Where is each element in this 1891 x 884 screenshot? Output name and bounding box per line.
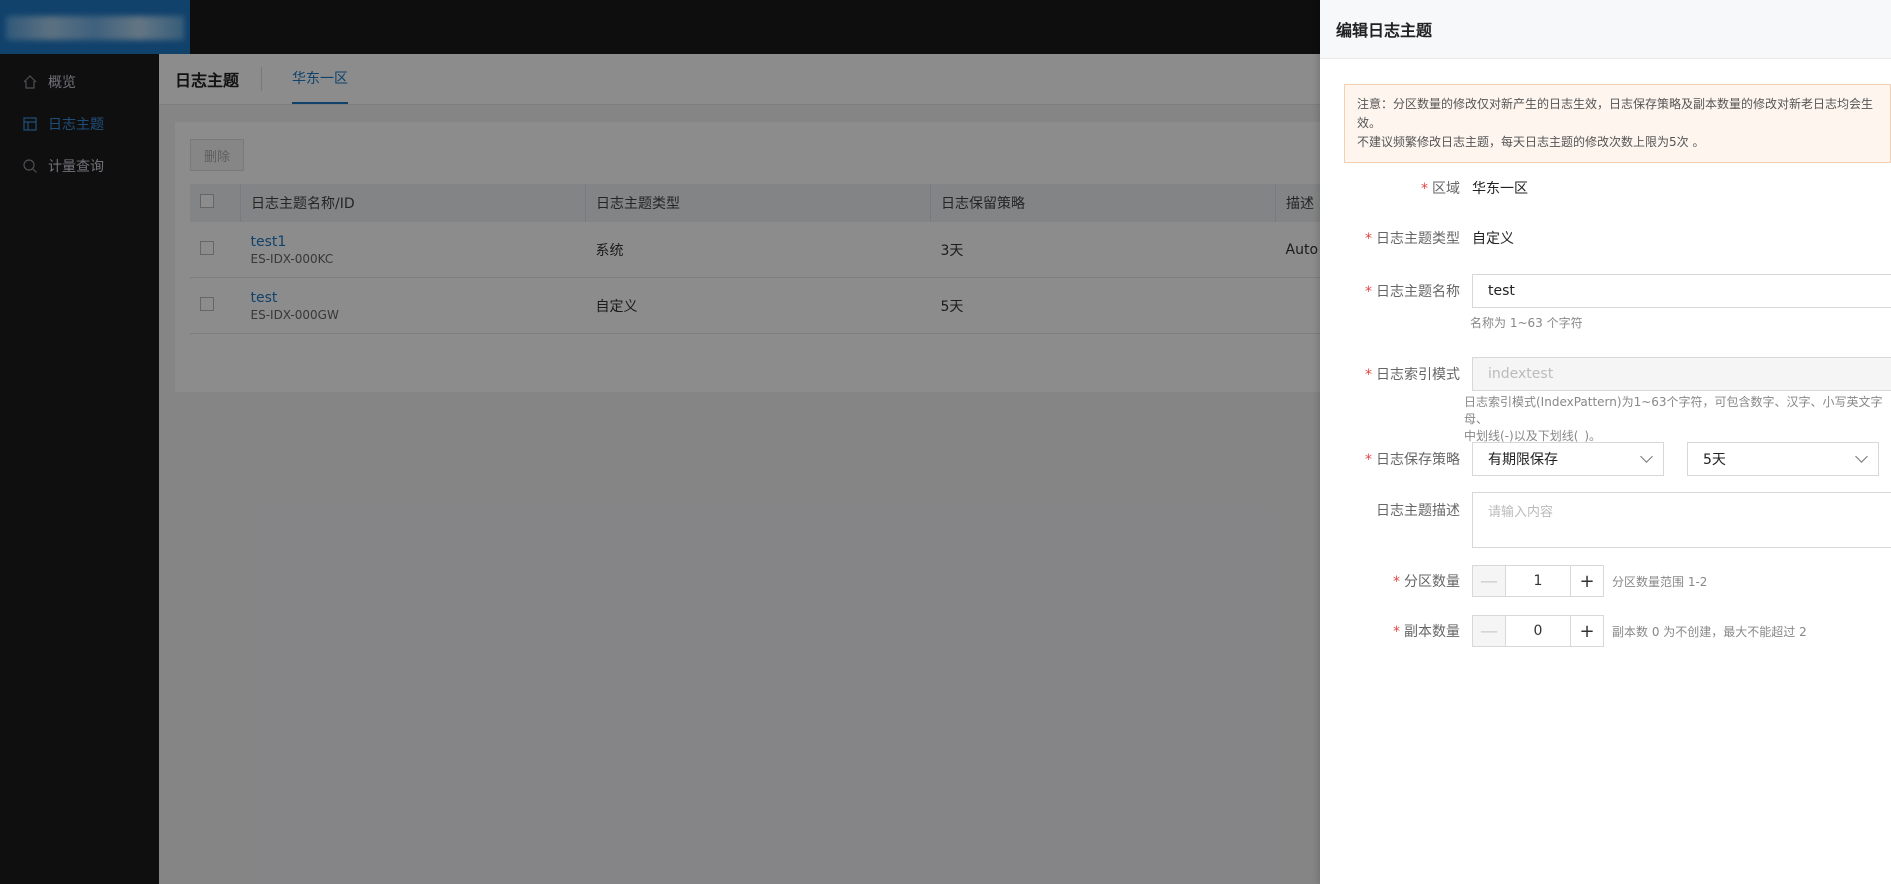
description-textarea[interactable]: 请输入内容 [1472, 492, 1891, 548]
replica-hint: 副本数 0 为不创建，最大不能超过 2 [1612, 624, 1807, 639]
required-mark: * [1365, 231, 1372, 247]
desc-label: 日志主题描述 [1376, 503, 1460, 519]
required-mark: * [1365, 452, 1372, 468]
name-label: 日志主题名称 [1376, 284, 1460, 300]
notice-line: 不建议频繁修改日志主题，每天日志主题的修改次数上限为5次 。 [1357, 135, 1705, 149]
replica-row: * 副本数量 — 0 + 副本数 0 为不创建，最大不能超过 2 [1344, 615, 1807, 647]
partition-stepper: — 1 + [1472, 565, 1604, 597]
edit-topic-drawer: 编辑日志主题 注意：分区数量的修改仅对新产生的日志生效，日志保存策略及副本数量的… [1320, 0, 1891, 884]
type-value: 自定义 [1472, 231, 1514, 247]
type-label: 日志主题类型 [1376, 231, 1460, 247]
region-value: 华东一区 [1472, 181, 1528, 197]
partition-label: 分区数量 [1404, 574, 1460, 590]
pattern-row: * 日志索引模式 indextest [1344, 357, 1891, 391]
replica-value[interactable]: 0 [1505, 616, 1571, 646]
retention-days-select[interactable]: 5天 [1687, 442, 1879, 476]
pattern-label: 日志索引模式 [1376, 367, 1460, 383]
replica-stepper: — 0 + [1472, 615, 1604, 647]
chevron-down-icon [1640, 450, 1653, 463]
partition-increment-button[interactable]: + [1571, 566, 1603, 596]
topic-name-input[interactable]: test [1472, 274, 1891, 308]
region-row: * 区域 华东一区 [1344, 178, 1528, 198]
partition-decrement-button[interactable]: — [1473, 566, 1505, 596]
required-mark: * [1365, 284, 1372, 300]
retention-label: 日志保存策略 [1376, 452, 1460, 468]
retention-mode-value: 有期限保存 [1488, 452, 1558, 468]
warning-notice: 注意：分区数量的修改仅对新产生的日志生效，日志保存策略及副本数量的修改对新老日志… [1344, 84, 1891, 163]
modal-overlay[interactable] [0, 0, 1320, 884]
pattern-hint: 日志索引模式(IndexPattern)为1~63个字符，可包含数字、汉字、小写… [1464, 394, 1891, 445]
required-mark: * [1365, 367, 1372, 383]
notice-line: 注意：分区数量的修改仅对新产生的日志生效，日志保存策略及副本数量的修改对新老日志… [1357, 97, 1874, 130]
region-label: 区域 [1432, 181, 1460, 197]
name-row: * 日志主题名称 test [1344, 274, 1891, 308]
replica-decrement-button[interactable]: — [1473, 616, 1505, 646]
chevron-down-icon [1855, 450, 1868, 463]
required-mark: * [1421, 181, 1428, 197]
retention-days-value: 5天 [1703, 452, 1726, 468]
retention-row: * 日志保存策略 有期限保存 5天 [1344, 442, 1879, 476]
partition-hint: 分区数量范围 1-2 [1612, 574, 1708, 589]
replica-increment-button[interactable]: + [1571, 616, 1603, 646]
name-hint: 名称为 1~63 个字符 [1470, 316, 1583, 330]
index-pattern-input: indextest [1472, 357, 1891, 391]
description-row: 日志主题描述 请输入内容 [1344, 492, 1891, 548]
drawer-title: 编辑日志主题 [1320, 0, 1891, 59]
required-mark: * [1393, 624, 1400, 640]
partition-row: * 分区数量 — 1 + 分区数量范围 1-2 [1344, 565, 1707, 597]
required-mark: * [1393, 574, 1400, 590]
partition-value[interactable]: 1 [1505, 566, 1571, 596]
hint-line: 日志索引模式(IndexPattern)为1~63个字符，可包含数字、汉字、小写… [1464, 395, 1883, 426]
retention-mode-select[interactable]: 有期限保存 [1472, 442, 1664, 476]
replica-label: 副本数量 [1404, 624, 1460, 640]
type-row: * 日志主题类型 自定义 [1344, 228, 1514, 248]
